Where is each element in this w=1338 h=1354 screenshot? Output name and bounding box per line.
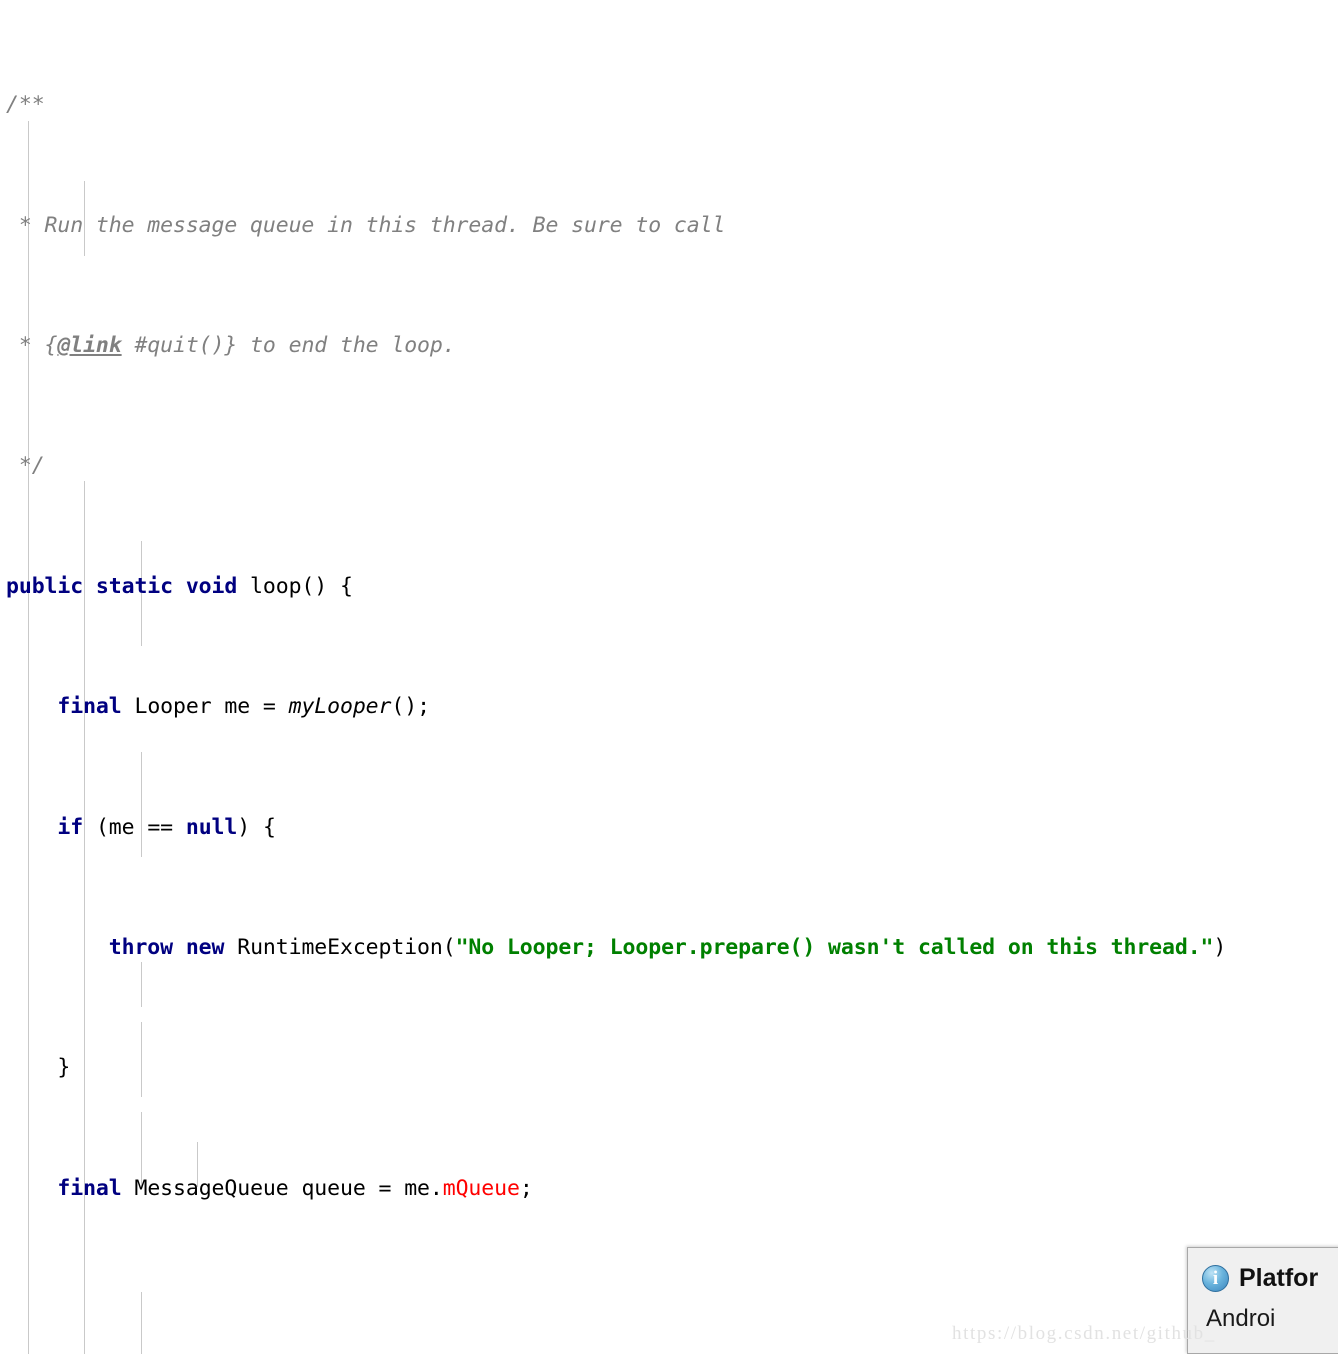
popup-body: Androi	[1206, 1305, 1276, 1332]
code-line[interactable]: final Looper me = myLooper();	[0, 692, 1338, 722]
token-keyword: final	[57, 694, 135, 720]
token-comment: * Run the message queue in this thread. …	[6, 212, 726, 238]
code-editor[interactable]: /** * Run the message queue in this thre…	[0, 0, 1338, 1354]
token-comment: /**	[6, 92, 45, 118]
token-comment: * {	[6, 333, 58, 359]
token-keyword: null	[185, 814, 238, 840]
token-comment: #quit()} to end the loop.	[121, 333, 456, 359]
watermark: https://blog.csdn.net/github_	[952, 1323, 1216, 1344]
info-icon	[1202, 1265, 1229, 1292]
token-identifier: MessageQueue queue = me.	[134, 1175, 443, 1201]
token-keyword: final	[57, 1175, 135, 1201]
token-keyword: public static void	[6, 573, 251, 599]
token-identifier: RuntimeException(	[237, 934, 456, 960]
token-string: "No Looper; Looper.prepare() wasn't call…	[455, 934, 1214, 960]
code-content[interactable]: /** * Run the message queue in this thre…	[0, 0, 1338, 1354]
code-line[interactable]: /**	[0, 90, 1338, 120]
token-javadoc-link: @link	[57, 333, 122, 359]
code-line[interactable]: public static void loop() {	[0, 572, 1338, 602]
popup-title: Platfor	[1239, 1264, 1319, 1292]
code-line[interactable]: }	[0, 1053, 1338, 1083]
code-line[interactable]: * {@link #quit()} to end the loop.	[0, 331, 1338, 361]
token-keyword: if	[57, 814, 96, 840]
token-identifier: Looper me =	[134, 694, 289, 720]
code-line[interactable]: * Run the message queue in this thread. …	[0, 211, 1338, 241]
code-line[interactable]: throw new RuntimeException("No Looper; L…	[0, 933, 1338, 963]
code-line[interactable]	[0, 1294, 1338, 1324]
code-line[interactable]: */	[0, 451, 1338, 481]
token-field: mQueue	[442, 1175, 520, 1201]
code-line[interactable]: if (me == null) {	[0, 813, 1338, 843]
popup-header: Platfor	[1202, 1264, 1338, 1293]
token-method: myLooper	[288, 694, 392, 720]
token-comment: */	[6, 453, 45, 479]
token-identifier: loop() {	[250, 573, 353, 599]
token-keyword: throw new	[108, 934, 238, 960]
code-line[interactable]: final MessageQueue queue = me.mQueue;	[0, 1174, 1338, 1204]
